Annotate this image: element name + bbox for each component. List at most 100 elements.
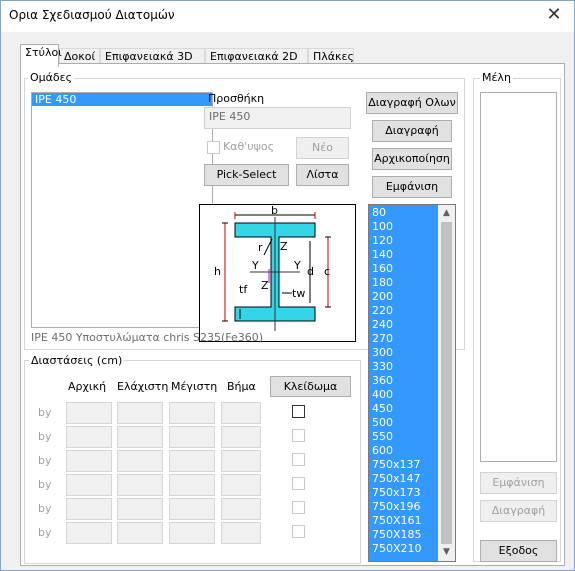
dimension-cell[interactable]	[221, 522, 261, 544]
dimension-cell[interactable]	[221, 402, 261, 424]
kathypsos-label: Καθ'υψος	[223, 140, 275, 153]
dimension-cell[interactable]	[117, 474, 163, 496]
size-item[interactable]: 600	[369, 444, 440, 458]
diagram-label-c: c	[324, 265, 330, 278]
dimension-cell[interactable]	[117, 402, 163, 424]
size-item[interactable]: 750X161	[369, 514, 440, 528]
dimension-cell[interactable]	[117, 498, 163, 520]
size-item[interactable]: 270	[369, 332, 440, 346]
members-list[interactable]	[480, 92, 557, 462]
dimension-cell[interactable]	[169, 474, 215, 496]
exit-button[interactable]: Εξοδος	[480, 540, 557, 562]
row-label-by: by	[38, 526, 52, 539]
size-item[interactable]: 550	[369, 430, 440, 444]
add-label: Προσθήκη	[208, 92, 265, 105]
dimension-cell[interactable]	[221, 498, 261, 520]
row-label-by: by	[38, 502, 52, 515]
lock-checkbox[interactable]	[292, 477, 305, 490]
size-item[interactable]: 360	[369, 374, 440, 388]
diagram-label-r: r	[258, 241, 263, 254]
size-item[interactable]: 180	[369, 276, 440, 290]
lock-checkbox[interactable]	[292, 453, 305, 466]
size-item[interactable]: 500	[369, 416, 440, 430]
tab-panel: Ομάδες IPE 450 Προσθήκη IPE 450 Καθ'υψος…	[20, 63, 565, 566]
members-show-button[interactable]: Εμφάνιση	[480, 472, 557, 494]
dimension-cell[interactable]	[66, 498, 112, 520]
scroll-up-icon[interactable]: ▲	[438, 205, 455, 222]
sizes-items: 80 100 120 140 160 180 200 220 240 270 300 330 360 40…	[369, 206, 440, 556]
members-label: Μέλη	[480, 71, 513, 84]
sizes-list[interactable]: 80 100 120 140 160 180 200 220 240 270 300 330 360 40…	[368, 204, 456, 562]
diagram-label-z-top: Z	[280, 240, 288, 253]
scroll-down-icon[interactable]: ▼	[438, 544, 455, 561]
tab-styloi[interactable]: Στύλοι	[20, 44, 62, 67]
size-item[interactable]: 200	[369, 290, 440, 304]
dimension-cell[interactable]	[66, 474, 112, 496]
size-item[interactable]: 80	[369, 206, 440, 220]
close-icon[interactable]: ✕	[544, 5, 564, 25]
dimension-cell[interactable]	[169, 522, 215, 544]
lock-button[interactable]: Κλείδωμα	[270, 376, 351, 397]
delete-all-button[interactable]: Διαγραφή Ολων	[366, 92, 458, 114]
dimension-cell[interactable]	[117, 522, 163, 544]
size-item[interactable]: 750x173	[369, 486, 440, 500]
dimension-cell[interactable]	[66, 450, 112, 472]
kathypsos-checkbox[interactable]	[207, 141, 220, 154]
size-item[interactable]: 100	[369, 220, 440, 234]
list-item[interactable]: IPE 450	[32, 93, 212, 106]
size-item[interactable]: 750X185	[369, 528, 440, 542]
size-item[interactable]: 300	[369, 346, 440, 360]
dimension-cell[interactable]	[169, 402, 215, 424]
show-button[interactable]: Εμφάνιση	[372, 176, 452, 198]
size-item[interactable]: 220	[369, 304, 440, 318]
size-item[interactable]: 140	[369, 248, 440, 262]
initialize-button[interactable]: Αρχικοποίηση	[372, 148, 452, 170]
row-label-by: by	[38, 454, 52, 467]
dimension-cell[interactable]	[169, 450, 215, 472]
diagram-label-z-bottom: Z	[261, 279, 269, 292]
size-item[interactable]: 450	[369, 402, 440, 416]
size-item[interactable]: 750X210	[369, 542, 440, 556]
groups-list[interactable]: IPE 450	[31, 92, 213, 328]
size-item[interactable]: 400	[369, 388, 440, 402]
size-item[interactable]: 750x137	[369, 458, 440, 472]
delete-button[interactable]: Διαγραφή	[372, 120, 452, 142]
dimension-cell[interactable]	[66, 426, 112, 448]
diagram-label-h: h	[214, 265, 221, 278]
lock-checkbox[interactable]	[292, 429, 305, 442]
dimension-cell[interactable]	[117, 426, 163, 448]
size-item[interactable]: 120	[369, 234, 440, 248]
column-header-arxiki: Αρχική	[68, 380, 107, 393]
dimension-cell[interactable]	[66, 402, 112, 424]
pick-select-button[interactable]: Pick-Select	[204, 164, 289, 186]
lock-checkbox[interactable]	[292, 525, 305, 538]
sizes-scrollbar[interactable]: ▲ ▼	[438, 205, 455, 561]
dimension-cell[interactable]	[221, 450, 261, 472]
dimension-cell[interactable]	[66, 522, 112, 544]
dimension-cell[interactable]	[117, 450, 163, 472]
window-title: Ορια Σχεδιασμού Διατομών	[9, 8, 175, 22]
new-button[interactable]: Νέο	[296, 137, 349, 159]
diagram-label-tw: tw	[292, 287, 305, 300]
lock-checkbox[interactable]	[292, 405, 305, 418]
diagram-label-tf: tf	[239, 283, 248, 296]
i-beam-drawing: b r Z h Y Y d c tf Z tw	[214, 204, 331, 331]
size-item[interactable]: 750x196	[369, 500, 440, 514]
groups-label: Ομάδες	[28, 71, 75, 84]
size-item[interactable]: 240	[369, 318, 440, 332]
diagram-label-y-right: Y	[293, 259, 301, 272]
dimension-cell[interactable]	[169, 498, 215, 520]
size-item[interactable]: 750x147	[369, 472, 440, 486]
dimension-cell[interactable]	[221, 426, 261, 448]
size-item[interactable]: 160	[369, 262, 440, 276]
add-name-field[interactable]: IPE 450	[204, 107, 351, 129]
members-delete-button[interactable]: Διαγραφή	[480, 500, 557, 522]
lock-checkbox[interactable]	[292, 501, 305, 514]
dimension-cell[interactable]	[221, 474, 261, 496]
diagram-label-b: b	[271, 205, 278, 217]
column-header-vima: Βήμα	[227, 380, 256, 393]
dimension-cell[interactable]	[169, 426, 215, 448]
scroll-thumb[interactable]	[441, 222, 452, 544]
list-button[interactable]: Λίστα	[296, 164, 349, 186]
size-item[interactable]: 330	[369, 360, 440, 374]
